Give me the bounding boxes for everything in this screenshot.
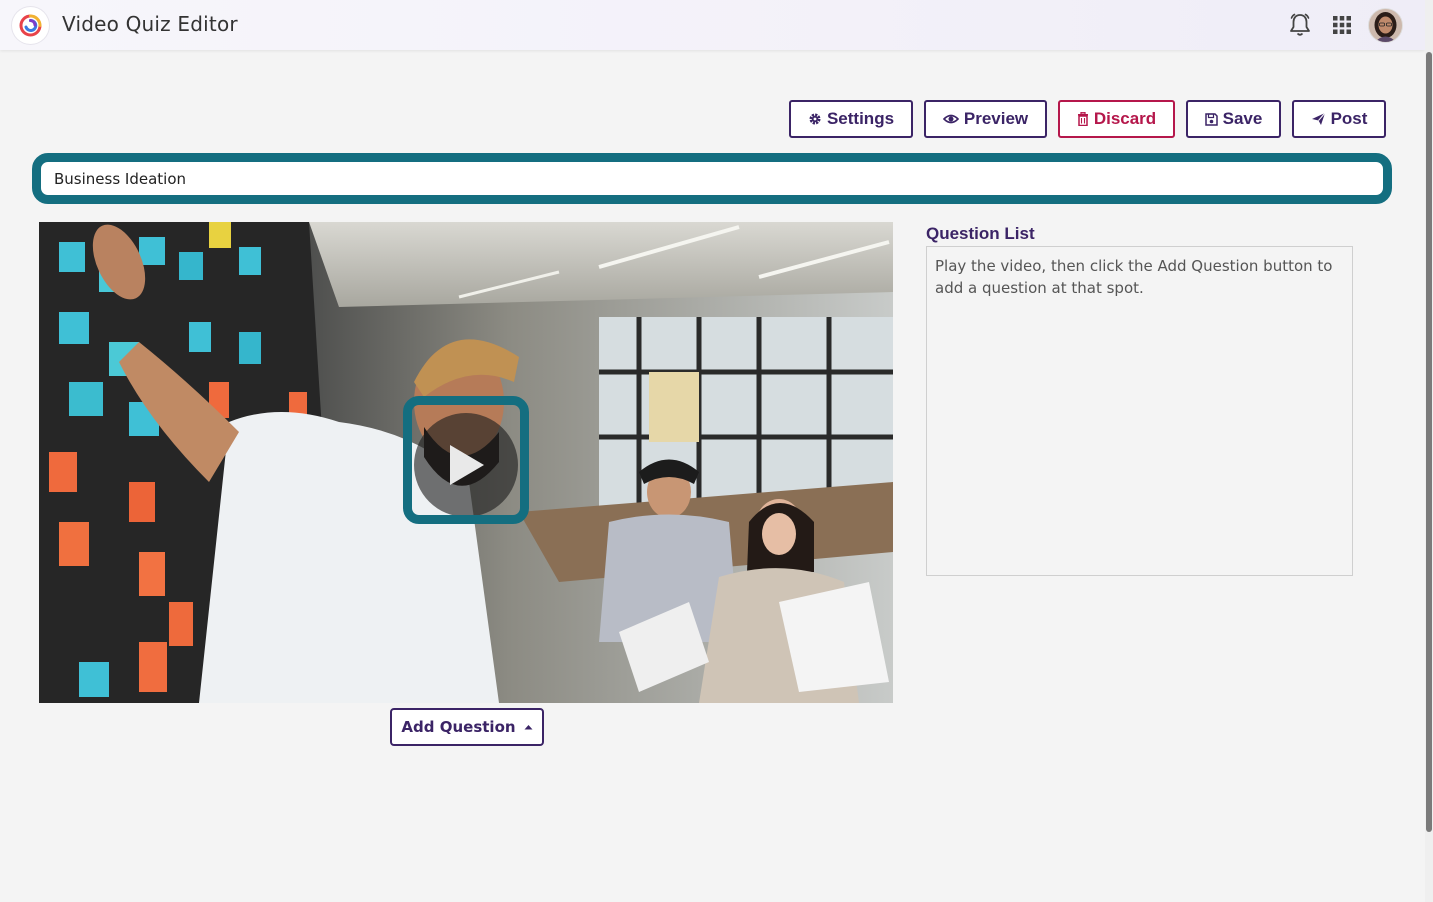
floppy-disk-icon [1204,112,1218,126]
post-label: Post [1330,109,1368,128]
discard-label: Discard [1093,109,1157,128]
send-icon [1311,112,1325,125]
discard-button[interactable]: Discard [1058,100,1175,138]
preview-button[interactable]: Preview [924,100,1047,138]
question-list-panel: Play the video, then click the Add Quest… [926,246,1353,576]
quiz-title-input[interactable] [41,162,1383,195]
play-button-focus-ring [403,396,529,524]
caret-up-icon [524,725,533,730]
add-question-button[interactable]: Add Question [390,708,544,746]
save-label: Save [1222,109,1263,128]
eye-icon [942,114,959,124]
question-list-empty-message: Play the video, then click the Add Quest… [935,257,1333,297]
add-question-label: Add Question [401,718,516,736]
quiz-title-field [32,153,1392,204]
bell-icon[interactable] [1286,11,1314,39]
question-list-heading: Question List [926,224,1035,243]
app-header: Video Quiz Editor [0,0,1425,50]
settings-button[interactable]: Settings [789,100,913,138]
gear-icon [809,113,821,125]
logo-icon[interactable] [12,7,49,44]
settings-label: Settings [826,109,895,128]
trash-icon [1077,112,1088,126]
app-title: Video Quiz Editor [62,12,238,36]
preview-label: Preview [963,109,1029,128]
post-button[interactable]: Post [1292,100,1386,138]
apps-grid-icon[interactable] [1328,11,1356,39]
avatar[interactable] [1369,9,1402,42]
scrollbar-thumb[interactable] [1426,52,1432,832]
save-button[interactable]: Save [1186,100,1281,138]
